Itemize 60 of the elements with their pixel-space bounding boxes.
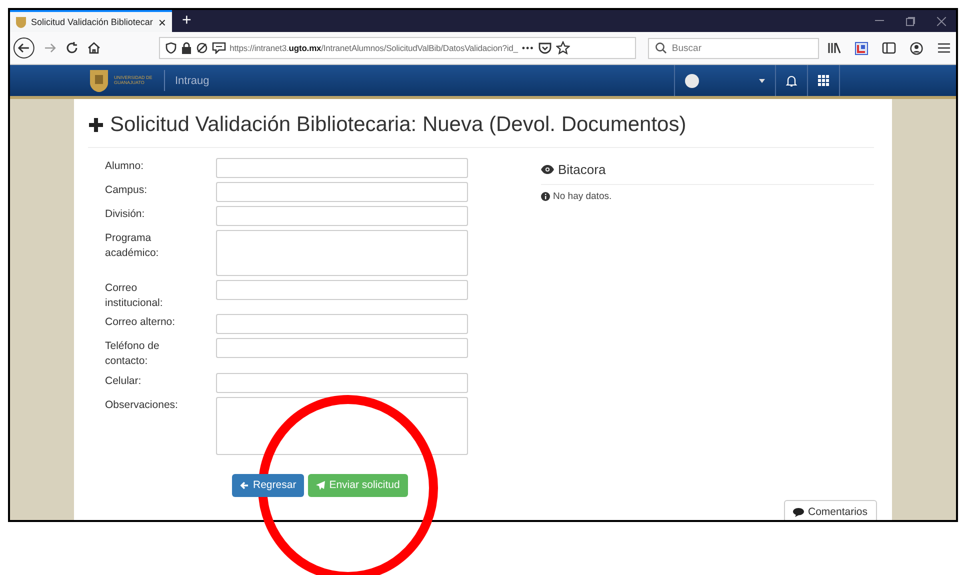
field-label: Correo alterno: [105,315,176,330]
back-button[interactable]: Regresar [232,474,304,497]
text-area[interactable] [216,396,468,455]
blocked-icon [196,42,208,54]
sidebar-icon[interactable] [882,42,896,54]
close-tab-icon[interactable]: × [158,14,166,30]
paper-plane-icon [316,480,326,490]
reload-icon[interactable] [64,41,79,55]
address-bar[interactable]: https://intranet3.ugto.mx/IntranetAlumnos/SolicitudValBib/DatosValidacion?id_ ••• [158,37,636,59]
shield-crest-icon [16,16,26,28]
minimize-icon[interactable] [875,20,884,22]
home-icon[interactable] [86,41,101,55]
page-title: Solicitud Validación Bibliotecaria: Nueva (Devol. Documentos) [110,113,686,137]
more-icon[interactable]: ••• [522,43,534,53]
field-label: Campus: [105,183,148,198]
field-label: Celular: [105,374,142,389]
pocket-icon[interactable] [538,42,552,54]
arrow-left-icon [240,480,249,490]
empty-message: No hay datos. [553,191,612,202]
field-label: División: [105,207,146,222]
input-field[interactable] [216,280,468,300]
eye-icon [541,165,554,174]
avatar-icon [685,74,699,88]
log-title: Bitacora [558,162,606,177]
input-field[interactable] [216,182,468,202]
field-label: Teléfono de contacto: [105,339,160,369]
message-icon [212,42,226,54]
library-icon[interactable] [827,42,841,54]
crest-logo-icon [90,70,108,92]
input-field[interactable] [216,372,468,393]
field-label: Observaciones: [105,398,179,413]
new-tab-icon[interactable]: + [172,10,202,32]
back-icon[interactable] [13,37,35,59]
app-name[interactable]: Intraug [165,65,210,96]
browser-tab[interactable]: Solicitud Validación Bibliotecar × [10,10,172,32]
extension-icon[interactable] [855,42,868,54]
menu-icon[interactable] [937,42,951,54]
lock-icon [180,42,192,54]
caret-icon [759,78,765,82]
info-icon [541,192,550,201]
field-label: Alumno: [105,159,145,174]
account-icon[interactable] [910,42,923,54]
shield-icon [164,42,177,54]
restore-icon[interactable] [906,16,915,26]
bell-icon[interactable] [786,74,797,86]
search-field[interactable]: Buscar [648,38,819,58]
field-label: Correo institucional: [105,281,164,310]
input-field[interactable] [216,314,468,334]
input-field[interactable] [216,338,468,358]
close-icon[interactable] [937,16,946,26]
comments-button[interactable]: Comentarios [784,500,877,520]
field-label: Programa académico: [105,231,160,261]
plus-icon [88,117,104,133]
search-icon [654,42,667,54]
input-field[interactable] [216,206,468,226]
star-icon[interactable] [556,41,570,55]
speech-bubble-icon [793,508,804,516]
forward-icon[interactable] [42,41,57,55]
grid-icon[interactable] [818,75,829,86]
input-field[interactable] [216,158,468,178]
